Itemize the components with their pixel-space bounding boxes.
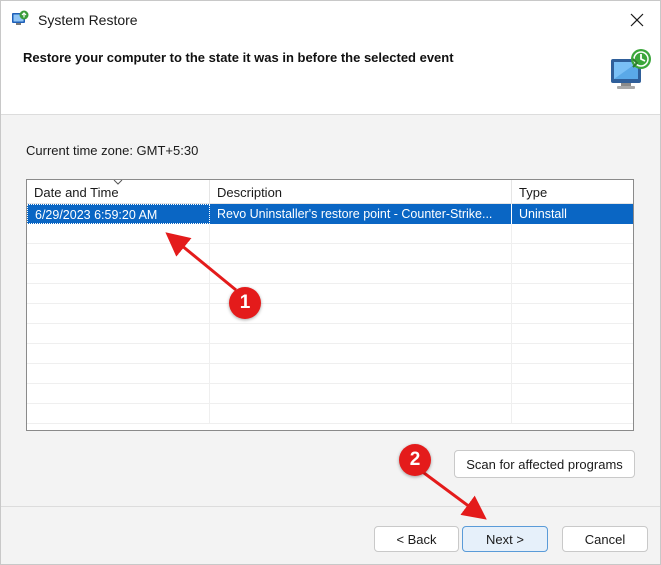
restore-point-row[interactable]: 6/29/2023 6:59:20 AM Revo Uninstaller's … (27, 204, 633, 224)
empty-cell (210, 404, 512, 424)
empty-table-row (27, 244, 633, 264)
empty-table-row (27, 344, 633, 364)
scan-affected-programs-button[interactable]: Scan for affected programs (454, 450, 635, 478)
cancel-button[interactable]: Cancel (562, 526, 648, 552)
footer-divider (1, 506, 660, 507)
empty-cell (210, 264, 512, 284)
empty-table-row (27, 224, 633, 244)
empty-cell (512, 344, 633, 364)
empty-cell (512, 364, 633, 384)
empty-cell (512, 384, 633, 404)
empty-table-row (27, 384, 633, 404)
sort-descending-icon (113, 180, 123, 185)
close-icon (630, 13, 644, 27)
empty-cell (27, 304, 210, 324)
empty-table-row (27, 324, 633, 344)
restore-point-description: Revo Uninstaller's restore point - Count… (217, 207, 493, 221)
table-header: Date and Time Description Type (27, 180, 633, 204)
empty-cell (27, 244, 210, 264)
empty-cell (27, 324, 210, 344)
restore-point-date: 6/29/2023 6:59:20 AM (35, 208, 158, 222)
empty-table-row (27, 404, 633, 424)
empty-cell (27, 344, 210, 364)
empty-cell (512, 304, 633, 324)
column-label-date-time: Date and Time (34, 185, 119, 200)
column-label-type: Type (519, 185, 548, 200)
restore-point-type: Uninstall (519, 207, 567, 221)
cell-type: Uninstall (512, 204, 633, 224)
empty-cell (210, 324, 512, 344)
current-timezone-label: Current time zone: GMT+5:30 (26, 143, 199, 158)
empty-cell (27, 284, 210, 304)
empty-cell (27, 264, 210, 284)
empty-cell (27, 384, 210, 404)
empty-cell (512, 284, 633, 304)
empty-cell (512, 244, 633, 264)
column-header-date-time[interactable]: Date and Time (27, 180, 210, 204)
empty-cell (27, 364, 210, 384)
system-restore-icon (611, 49, 651, 89)
close-button[interactable] (614, 1, 660, 39)
next-button[interactable]: Next > (462, 526, 548, 552)
system-restore-window: System Restore Restore your computer to … (0, 0, 661, 565)
empty-cell (512, 404, 633, 424)
column-header-type[interactable]: Type (512, 180, 633, 204)
empty-cell (512, 264, 633, 284)
column-header-description[interactable]: Description (210, 180, 512, 204)
empty-table-row (27, 304, 633, 324)
wizard-header: Restore your computer to the state it wa… (1, 39, 660, 115)
annotation-badge-2: 2 (399, 444, 431, 476)
empty-cell (27, 224, 210, 244)
column-label-description: Description (217, 185, 283, 200)
empty-cell (210, 384, 512, 404)
restore-points-table: Date and Time Description Type 6/29/2023… (26, 179, 634, 431)
empty-cell (27, 404, 210, 424)
system-restore-app-icon (12, 10, 29, 25)
empty-table-row (27, 364, 633, 384)
cell-description: Revo Uninstaller's restore point - Count… (210, 204, 512, 224)
window-title: System Restore (38, 12, 138, 28)
empty-table-row (27, 264, 633, 284)
empty-cell (512, 324, 633, 344)
back-button[interactable]: < Back (374, 526, 459, 552)
table-body: 6/29/2023 6:59:20 AM Revo Uninstaller's … (27, 204, 633, 424)
title-bar: System Restore (1, 1, 660, 39)
empty-table-row (27, 284, 633, 304)
cell-date-time: 6/29/2023 6:59:20 AM (27, 204, 210, 224)
empty-cell (210, 244, 512, 264)
annotation-badge-1: 1 (229, 287, 261, 319)
empty-cell (210, 364, 512, 384)
empty-cell (512, 224, 633, 244)
empty-cell (210, 344, 512, 364)
page-heading: Restore your computer to the state it wa… (23, 50, 454, 65)
empty-cell (210, 224, 512, 244)
